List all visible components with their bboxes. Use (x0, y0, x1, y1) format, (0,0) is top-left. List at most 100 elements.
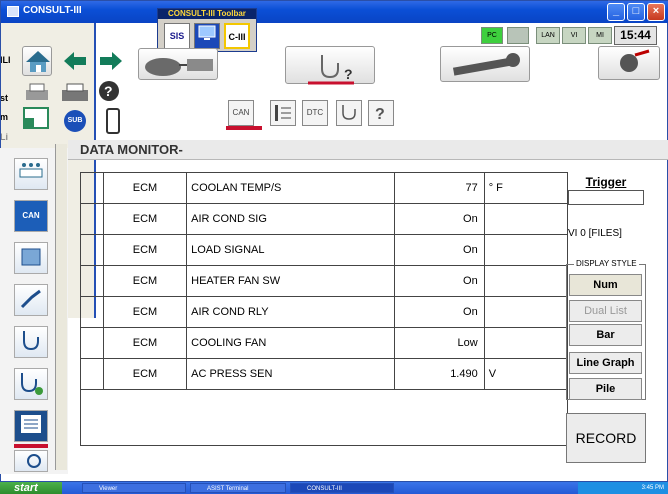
dtc-button[interactable]: DTC (302, 100, 328, 126)
pc-indicator: PC (481, 27, 503, 44)
printer-icon (62, 83, 88, 101)
blank-indicator (507, 27, 529, 44)
list-icon (275, 105, 291, 121)
maximize-button[interactable]: □ (627, 3, 645, 21)
tool-icon[interactable] (14, 450, 48, 472)
c3-button[interactable]: C-III (224, 23, 250, 49)
unit-cell (483, 327, 569, 359)
wrench-stethoscope-icon (27, 454, 41, 468)
printer-button[interactable] (58, 82, 92, 104)
sub-button[interactable]: SUB (64, 110, 86, 132)
value-cell: On (394, 203, 485, 235)
left-scrollbar[interactable] (55, 144, 67, 470)
minimize-button[interactable]: _ (607, 3, 625, 21)
help-diag-button[interactable]: ? (368, 100, 394, 126)
stethoscope-tool-icon[interactable] (14, 326, 48, 358)
unit-cell (483, 234, 569, 266)
arrow-right-icon (100, 52, 122, 70)
display-style-label: DISPLAY STYLE (574, 259, 639, 268)
table-row[interactable]: ECM COOLING FAN Low (80, 327, 569, 359)
can-button[interactable]: CAN (14, 200, 48, 232)
trigger-button[interactable] (568, 190, 644, 205)
task-viewer[interactable]: Viewer (82, 483, 186, 493)
question-stethoscope-icon: ? (375, 106, 385, 123)
probe-tool-icon (20, 289, 41, 309)
back-button[interactable] (62, 50, 88, 72)
data-table: ECM COOLAN TEMP/S 77 ° F ECM AIR COND SIG On EC… (80, 172, 569, 390)
data-list-button[interactable] (270, 100, 296, 126)
value-cell: On (394, 296, 485, 328)
task-consult[interactable]: CONSULT-III (290, 483, 394, 493)
probe-icon[interactable] (14, 284, 48, 316)
data-monitor-icon[interactable] (14, 410, 48, 442)
consult-toolbar: CONSULT-III Toolbar SIS C-III (157, 8, 257, 52)
monitor-button[interactable] (194, 23, 220, 49)
window-title: CONSULT-III (23, 5, 82, 16)
line-graph-button[interactable]: Line Graph (569, 352, 642, 374)
table-row[interactable]: ECM LOAD SIGNAL On (80, 234, 569, 266)
start-button[interactable]: start (0, 482, 62, 494)
page-title: DATA MONITOR- (68, 140, 668, 160)
print-button[interactable] (22, 82, 52, 104)
bar-button[interactable]: Bar (569, 324, 642, 346)
can-diag-icon[interactable] (14, 158, 48, 190)
monitor-icon (198, 25, 216, 40)
table-row[interactable]: ECM AC PRESS SEN 1.490 V (80, 358, 569, 390)
unit-cell: V (483, 358, 569, 390)
row-checkbox-cell (80, 265, 104, 297)
row-checkbox-cell (80, 358, 104, 390)
row-checkbox-cell (80, 172, 104, 204)
sis-button[interactable]: SIS (164, 23, 190, 49)
system-cell: ECM (102, 358, 188, 390)
ecu-icon[interactable] (14, 242, 48, 274)
system-cell: ECM (102, 265, 188, 297)
item-cell: LOAD SIGNAL (186, 234, 396, 266)
row-checkbox-cell (80, 203, 104, 235)
value-cell: Low (394, 327, 485, 359)
title-bar[interactable]: CONSULT-III _ □ × (1, 1, 668, 23)
can-network-icon (19, 163, 43, 178)
can-diag-button[interactable]: CAN (228, 100, 254, 126)
task-asist-terminal[interactable]: ASIST Terminal (190, 483, 286, 493)
stethoscope-gear-icon (21, 373, 43, 395)
item-cell: COOLING FAN (186, 327, 396, 359)
table-row[interactable]: ECM AIR COND SIG On (80, 203, 569, 235)
diagnosis-button[interactable]: ? (285, 46, 375, 85)
vehicle-connect-button[interactable] (138, 48, 218, 80)
car-connect-icon (145, 58, 213, 76)
exit-button[interactable] (598, 46, 660, 80)
close-button[interactable]: × (647, 3, 665, 21)
svg-text:?: ? (344, 66, 353, 82)
record-button[interactable]: RECORD (566, 413, 646, 463)
active-test-button[interactable] (336, 100, 362, 126)
value-cell: 1.490 (394, 358, 485, 390)
value-cell: On (394, 265, 485, 297)
home-button[interactable] (22, 46, 52, 76)
table-row[interactable]: ECM AIR COND RLY On (80, 296, 569, 328)
work-support-button[interactable] (440, 46, 530, 82)
table-row[interactable]: ECM COOLAN TEMP/S 77 ° F (80, 172, 569, 204)
print-icon (26, 83, 48, 100)
device-button[interactable] (106, 108, 120, 134)
unit-cell (483, 203, 569, 235)
item-cell: COOLAN TEMP/S (186, 172, 396, 204)
table-row[interactable]: ECM HEATER FAN SW On (80, 265, 569, 297)
vi-indicator: VI (562, 27, 586, 44)
stethoscope-question-icon: ? (308, 55, 354, 85)
run-exit-icon (620, 49, 650, 72)
stethoscope-settings-icon[interactable] (14, 368, 48, 400)
num-button[interactable]: Num (569, 274, 642, 296)
item-cell: HEATER FAN SW (186, 265, 396, 297)
forward-button[interactable] (98, 50, 124, 72)
system-cell: ECM (102, 296, 188, 328)
clock: 15:44 (614, 26, 657, 45)
help-button[interactable]: ? (98, 80, 120, 102)
screen-capture-button[interactable] (22, 106, 52, 132)
dual-list-button[interactable]: Dual List (569, 300, 642, 322)
selected-indicator (226, 126, 262, 130)
system-cell: ECM (102, 172, 188, 204)
item-cell: AIR COND RLY (186, 296, 396, 328)
arrow-left-icon (64, 52, 86, 70)
stethoscope-icon (342, 105, 356, 120)
pile-button[interactable]: Pile (569, 378, 642, 400)
